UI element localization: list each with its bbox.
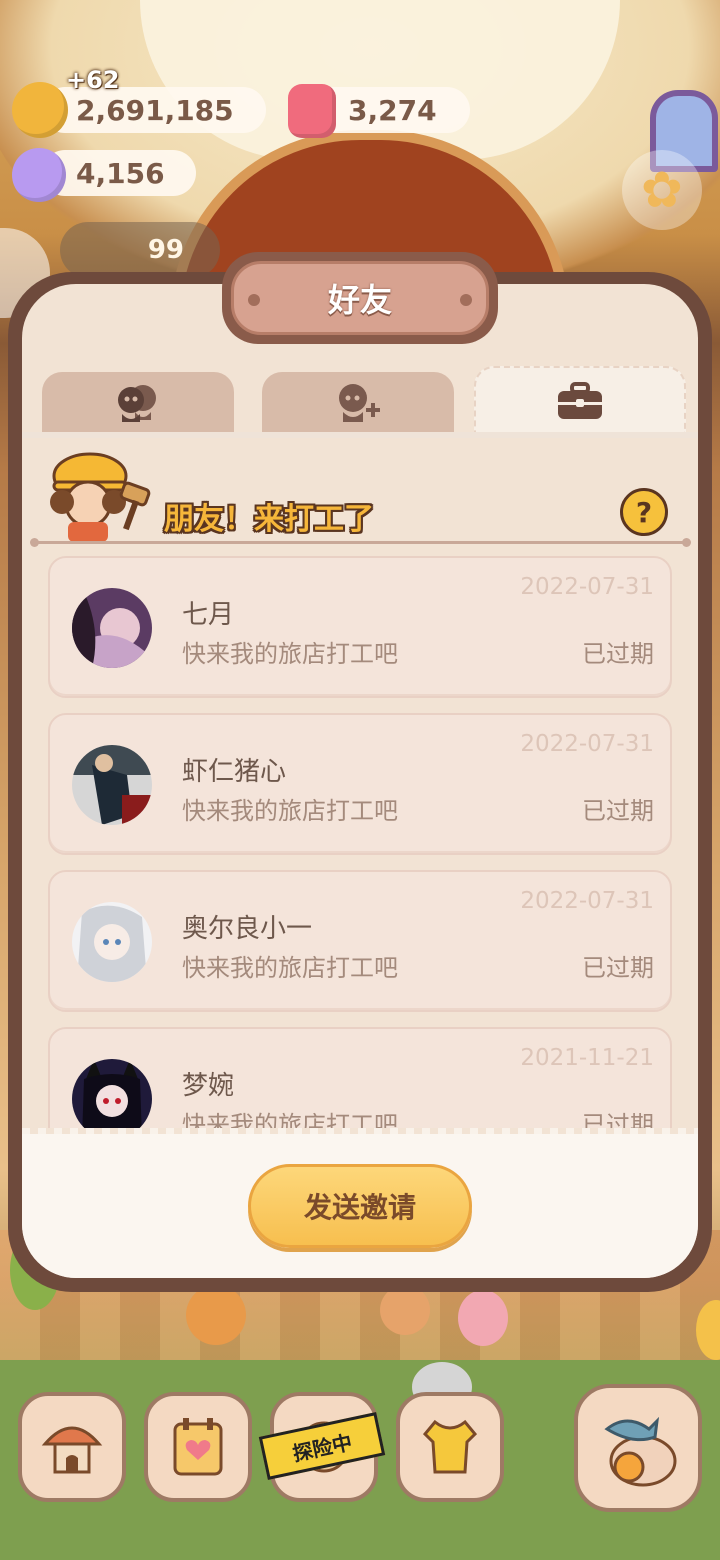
invite-date: 2022-07-31 (520, 731, 654, 757)
title-rivet (248, 294, 260, 306)
tab-add-friend[interactable] (262, 372, 454, 434)
dialog-title-inner: 好友 (231, 261, 489, 335)
nav-bag[interactable] (574, 1384, 702, 1512)
fish-bag-icon (604, 1416, 677, 1487)
shirt-icon (422, 1419, 478, 1474)
gem-value: 3,274 (348, 93, 437, 127)
candy-icon (12, 148, 66, 202)
dialog-title: 好友 (327, 281, 392, 319)
notebook-icon (173, 1418, 223, 1476)
npc-character (458, 1290, 508, 1346)
settings-gear-icon[interactable]: ✿ (622, 150, 702, 230)
candy-value: 4,156 (76, 156, 165, 190)
dialog-title-plate: 好友 (222, 252, 498, 344)
npc-character (380, 1285, 430, 1335)
house-icon (41, 1426, 103, 1474)
cookie-coin-icon (12, 82, 68, 138)
invite-card[interactable]: 虾仁猪心 快来我的旅店打工吧 2022-07-31 已过期 (48, 713, 672, 855)
friend-name: 虾仁猪心 (182, 757, 287, 787)
tab-friends[interactable] (42, 372, 234, 434)
friend-name: 梦婉 (182, 1071, 235, 1101)
invite-status: 已过期 (582, 797, 654, 825)
briefcase-icon (558, 382, 602, 419)
invite-date: 2022-07-31 (520, 574, 654, 600)
invite-card[interactable]: 七月 快来我的旅店打工吧 2022-07-31 已过期 (48, 556, 672, 698)
tab-work-invite[interactable] (474, 366, 686, 434)
invite-card[interactable]: 梦婉 快来我的旅店打工吧 2021-11-21 已过期 (48, 1027, 672, 1128)
avatar (72, 588, 152, 668)
banner-title: 朋友！来打工了 (164, 502, 374, 537)
friend-name: 七月 (182, 600, 235, 630)
avatar (72, 745, 152, 825)
divider-dot (30, 538, 39, 547)
banner-divider (32, 541, 688, 544)
level-value: 99 (147, 235, 184, 265)
friends-icon (118, 385, 156, 422)
avatar (72, 902, 152, 982)
tab-bar-divider (22, 432, 698, 438)
gold-gain-badge: +62 (66, 66, 120, 94)
invite-message: 快来我的旅店打工吧 (182, 954, 398, 982)
help-label: ? (635, 495, 653, 529)
invite-card[interactable]: 奥尔良小一 快来我的旅店打工吧 2022-07-31 已过期 (48, 870, 672, 1012)
help-icon[interactable]: ? (620, 488, 668, 536)
invite-list[interactable]: 七月 快来我的旅店打工吧 2022-07-31 已过期 虾仁猪心 快来我的旅店打… (22, 552, 698, 1128)
level-chip: 99 (60, 222, 220, 278)
nav-house[interactable] (18, 1392, 126, 1502)
avatar (72, 1059, 152, 1128)
invite-date: 2022-07-31 (520, 888, 654, 914)
nav-notebook[interactable] (144, 1392, 252, 1502)
jelly-gem-icon (288, 84, 336, 138)
invite-message: 快来我的旅店打工吧 (182, 797, 398, 825)
title-rivet (460, 294, 472, 306)
gold-value: 2,691,185 (76, 93, 234, 127)
npc-character (186, 1285, 246, 1345)
invite-message: 快来我的旅店打工吧 (182, 1111, 398, 1128)
invite-message: 快来我的旅店打工吧 (182, 640, 398, 668)
invite-status: 已过期 (582, 954, 654, 982)
divider-dot (682, 538, 691, 547)
invite-status: 已过期 (582, 640, 654, 668)
add-friend-icon (339, 384, 380, 422)
invite-date: 2021-11-21 (520, 1045, 654, 1071)
invite-status: 已过期 (582, 1111, 654, 1128)
nav-wardrobe[interactable] (396, 1392, 504, 1502)
send-invite-button[interactable]: 发送邀请 (248, 1164, 472, 1248)
friend-name: 奥尔良小一 (182, 914, 313, 944)
worker-mascot-icon (50, 452, 151, 542)
send-invite-label: 发送邀请 (303, 1191, 416, 1224)
exploring-label: 探险中 (290, 1429, 355, 1466)
